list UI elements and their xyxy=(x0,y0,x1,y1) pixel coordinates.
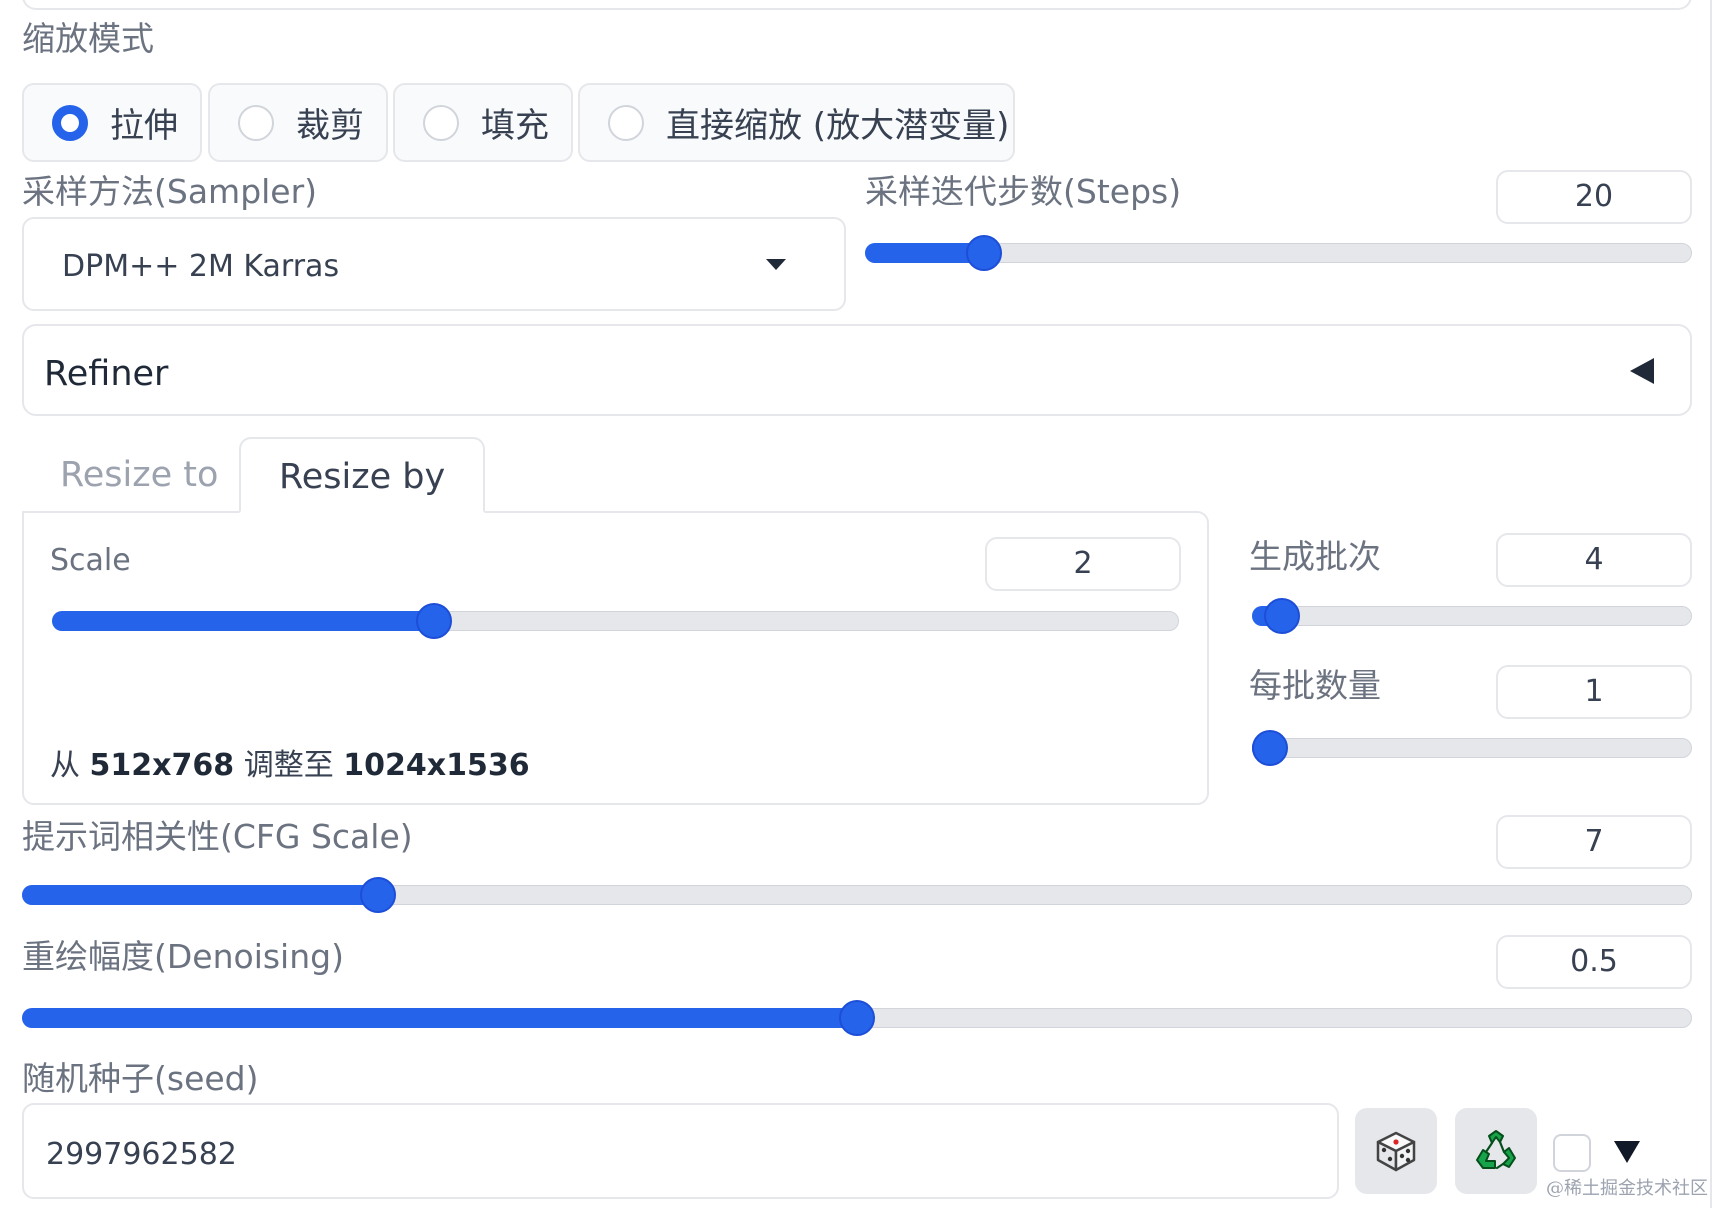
batch-size-label: 每批数量 xyxy=(1249,666,1381,705)
batch-count-slider[interactable] xyxy=(1252,598,1692,634)
slider-thumb[interactable] xyxy=(1264,598,1301,634)
batch-size-number-input[interactable]: 1 xyxy=(1496,665,1692,719)
chevron-down-icon xyxy=(766,259,786,270)
resize-info-middle: 调整至 xyxy=(243,748,334,783)
resize-mode-label: 缩放模式 xyxy=(22,19,154,58)
random-seed-button[interactable] xyxy=(1355,1108,1437,1194)
radio-resize-crop[interactable]: 裁剪 xyxy=(208,83,388,162)
scale-label: Scale xyxy=(50,543,131,578)
denoising-slider[interactable] xyxy=(22,1000,1692,1036)
previous-panel-edge xyxy=(22,0,1692,10)
scale-slider[interactable] xyxy=(52,603,1179,639)
slider-fill xyxy=(22,1008,857,1028)
denoising-number-input[interactable]: 0.5 xyxy=(1496,935,1692,989)
slider-fill xyxy=(52,611,434,631)
steps-label: 采样迭代步数(Steps) xyxy=(865,172,1182,211)
slider-thumb[interactable] xyxy=(839,1000,875,1036)
batch-count-label: 生成批次 xyxy=(1249,537,1381,576)
batch-count-number-input[interactable]: 4 xyxy=(1496,533,1692,587)
radio-label: 拉伸 xyxy=(110,106,178,146)
slider-thumb[interactable] xyxy=(1252,730,1288,766)
radio-resize-latent[interactable]: 直接缩放 (放大潜变量) xyxy=(578,83,1015,162)
radio-label: 填充 xyxy=(481,106,549,146)
sampler-label: 采样方法(Sampler) xyxy=(22,172,318,211)
dice-icon xyxy=(1376,1131,1416,1172)
radio-label: 裁剪 xyxy=(296,106,364,146)
slider-fill xyxy=(22,885,379,905)
batch-size-slider[interactable] xyxy=(1252,730,1692,766)
slider-track xyxy=(1252,606,1692,626)
reuse-seed-button[interactable] xyxy=(1455,1108,1537,1194)
radio-dot[interactable] xyxy=(52,104,88,141)
watermark: @稀土掘金技术社区 xyxy=(1546,1178,1708,1199)
recycle-icon xyxy=(1476,1130,1516,1170)
slider-thumb[interactable] xyxy=(965,235,1002,271)
radio-dot[interactable] xyxy=(238,104,274,141)
slider-thumb[interactable] xyxy=(415,603,452,639)
seed-input[interactable]: 2997962582 xyxy=(22,1103,1339,1199)
sampler-dropdown[interactable]: DPM++ 2M Karras xyxy=(22,217,846,311)
refiner-accordion[interactable]: Refiner xyxy=(22,324,1692,416)
radio-dot[interactable] xyxy=(608,104,644,141)
cfg-scale-slider[interactable] xyxy=(22,877,1692,913)
steps-slider[interactable] xyxy=(865,235,1692,271)
radio-dot[interactable] xyxy=(423,104,459,141)
resize-from-size: 512x768 xyxy=(89,748,235,783)
collapse-triangle-icon[interactable] xyxy=(1630,358,1654,384)
tab-resize-to[interactable]: Resize to xyxy=(22,437,256,513)
resize-info-prefix: 从 xyxy=(50,748,80,783)
denoising-label: 重绘幅度(Denoising) xyxy=(22,937,344,976)
sampler-value: DPM++ 2M Karras xyxy=(62,249,340,284)
seed-value: 2997962582 xyxy=(46,1137,237,1172)
scale-number-input[interactable]: 2 xyxy=(985,537,1181,591)
slider-thumb[interactable] xyxy=(360,877,397,913)
tab-resize-by[interactable]: Resize by xyxy=(239,437,486,513)
cfg-scale-number-input[interactable]: 7 xyxy=(1496,815,1692,869)
cfg-scale-label: 提示词相关性(CFG Scale) xyxy=(22,817,413,856)
radio-label: 直接缩放 (放大潜变量) xyxy=(666,106,1010,146)
radio-resize-stretch[interactable]: 拉伸 xyxy=(22,83,202,162)
resize-to-size: 1024x1536 xyxy=(343,748,530,783)
extra-seed-checkbox[interactable] xyxy=(1553,1134,1591,1172)
radio-resize-fill[interactable]: 填充 xyxy=(393,83,573,162)
steps-number-input[interactable]: 20 xyxy=(1496,170,1692,224)
slider-track xyxy=(1252,738,1692,758)
resize-info-text: 从 512x768 调整至 1024x1536 xyxy=(50,740,530,784)
expand-triangle-icon[interactable] xyxy=(1614,1141,1640,1163)
refiner-title: Refiner xyxy=(44,354,169,394)
seed-label: 随机种子(seed) xyxy=(22,1059,259,1098)
scroll-edge xyxy=(1710,0,1712,1208)
